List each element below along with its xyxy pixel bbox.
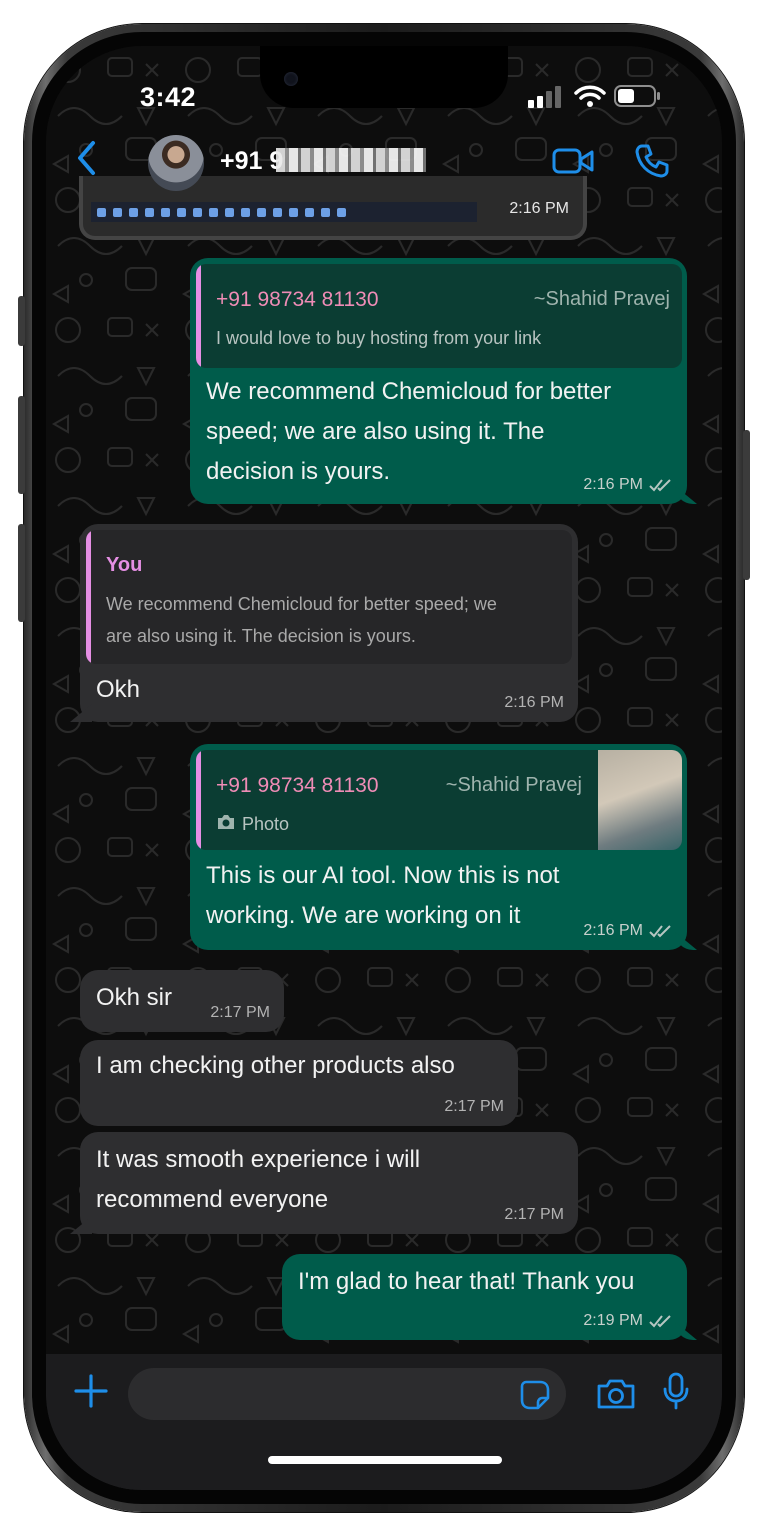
message-bubble-outgoing[interactable]: +91 98734 81130 ~Shahid Pravej Photo Thi… (190, 744, 697, 950)
video-call-icon[interactable] (552, 146, 594, 176)
camera-icon[interactable] (596, 1378, 636, 1410)
screen: 2:16 PM 3:42 +91 9 +91 98734 81130 ~Shah… (46, 46, 722, 1490)
contact-avatar[interactable] (148, 135, 204, 191)
message-line: It was smooth experience i will (96, 1146, 421, 1173)
message-time: 2:17 PM (504, 1206, 564, 1223)
quote-line: We recommend Chemicloud for better speed… (106, 594, 497, 614)
quote-bar (196, 264, 201, 368)
message-input-bar (46, 1354, 722, 1490)
message-time: 2:16 PM (583, 922, 643, 939)
message-bubble-incoming[interactable]: You We recommend Chemicloud for better s… (70, 524, 578, 722)
plus-icon[interactable] (74, 1374, 108, 1408)
home-indicator[interactable] (268, 1456, 502, 1464)
message-bubble-outgoing[interactable]: I'm glad to hear that! Thank you 2:19 PM (282, 1254, 697, 1340)
quote-text: We recommend Chemicloud for better speed… (106, 588, 497, 652)
message-text: I'm glad to hear that! Thank you (298, 1268, 635, 1295)
volume-down-button (18, 524, 25, 622)
message-time: 2:16 PM (509, 200, 569, 217)
quote-author: ~Shahid Pravej (533, 288, 670, 310)
message-meta: 2:16 PM (583, 922, 673, 940)
message-line: speed; we are also using it. The (206, 418, 545, 445)
front-camera (284, 72, 298, 86)
power-button (743, 430, 750, 580)
battery-icon (614, 85, 660, 107)
message-meta: 2:17 PM (504, 1206, 564, 1224)
quote-text: Photo (242, 814, 290, 834)
message-input[interactable] (128, 1368, 566, 1420)
message-bubble-incoming[interactable]: It was smooth experience i will recommen… (70, 1132, 578, 1234)
photo-camera-icon (218, 815, 234, 829)
message-line: decision is yours. (206, 458, 391, 485)
contact-name[interactable]: +91 9 (220, 147, 283, 176)
message-time: 2:16 PM (504, 694, 564, 711)
status-time: 3:42 (140, 82, 197, 112)
message-time: 2:17 PM (444, 1098, 504, 1115)
quote-line: are also using it. The decision is yours… (106, 626, 416, 646)
message-text: We recommend Chemicloud for better speed… (206, 372, 611, 492)
message-meta: 2:16 PM (504, 694, 564, 712)
wifi-icon (574, 85, 606, 107)
quote-sender: +91 98734 81130 (216, 288, 379, 311)
quote-sender: +91 98734 81130 (216, 774, 379, 797)
message-text: This is our AI tool. Now this is not wor… (206, 856, 559, 936)
cellular-signal-icon (528, 86, 561, 108)
quoted-message[interactable]: +91 98734 81130 ~Shahid Pravej I would l… (196, 264, 682, 368)
microphone-icon[interactable] (662, 1372, 690, 1410)
message-line: working. We are working on it (206, 902, 521, 929)
message-text: It was smooth experience i will recommen… (96, 1140, 420, 1220)
quote-author: ~Shahid Pravej (445, 774, 582, 796)
photo-thumbnail[interactable] (598, 750, 682, 850)
screenshot-taskbar (91, 202, 477, 222)
double-check-icon (649, 1315, 671, 1328)
message-line: This is our AI tool. Now this is not (206, 862, 560, 889)
silent-switch (18, 296, 25, 346)
message-meta: 2:17 PM (444, 1098, 504, 1116)
message-bubble-outgoing[interactable]: +91 98734 81130 ~Shahid Pravej I would l… (190, 258, 697, 504)
message-text: Okh sir (96, 984, 173, 1011)
message-bubble-incoming[interactable]: I am checking other products also 2:17 P… (80, 1040, 518, 1126)
message-text: I am checking other products also (96, 1052, 455, 1079)
message-bubble-incoming[interactable]: Okh sir 2:17 PM (80, 970, 284, 1032)
volume-up-button (18, 396, 25, 494)
quote-bar (196, 750, 201, 850)
redacted-number (276, 148, 426, 172)
message-time: 2:19 PM (583, 1312, 643, 1329)
double-check-icon (649, 479, 671, 492)
back-icon[interactable] (76, 140, 98, 176)
quoted-message[interactable]: +91 98734 81130 ~Shahid Pravej Photo (196, 750, 682, 850)
message-line: recommend everyone (96, 1186, 329, 1213)
message-meta: 2:16 PM (583, 476, 673, 494)
quote-bar (86, 530, 91, 664)
double-check-icon (649, 925, 671, 938)
message-line: We recommend Chemicloud for better (206, 378, 612, 405)
message-meta: 2:17 PM (210, 1004, 270, 1022)
message-text: Okh (96, 676, 141, 703)
quote-text: I would love to buy hosting from your li… (216, 328, 542, 348)
quoted-message[interactable]: You We recommend Chemicloud for better s… (86, 530, 572, 664)
message-meta: 2:19 PM (583, 1312, 673, 1330)
message-time: 2:17 PM (210, 1004, 270, 1021)
chat-header: +91 9 (46, 126, 722, 196)
sticker-icon[interactable] (520, 1380, 550, 1410)
quote-sender: You (106, 554, 143, 576)
phone-call-icon[interactable] (634, 143, 670, 179)
message-time: 2:16 PM (583, 476, 643, 493)
